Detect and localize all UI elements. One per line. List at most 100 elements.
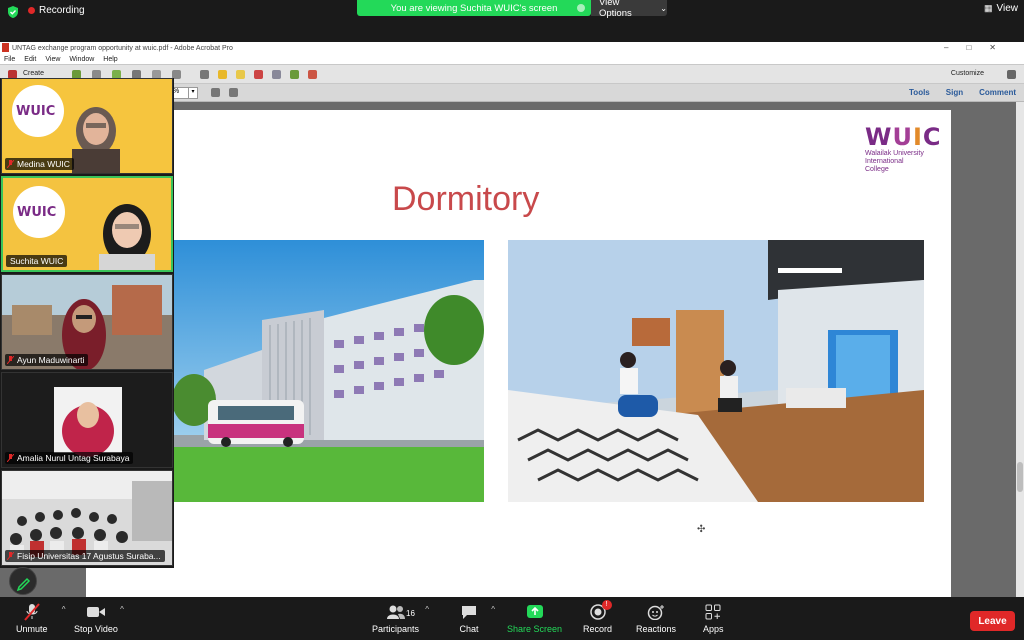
comment-link[interactable]: Comment	[979, 88, 1016, 97]
settings-icon[interactable]	[200, 70, 209, 79]
participant-name: Suchita WUIC	[6, 255, 68, 267]
pdf-page: WUIC Walailak University International C…	[86, 110, 951, 597]
grid-icon: ▦	[983, 3, 993, 13]
tools-link[interactable]: Tools	[909, 88, 930, 97]
acrobat-menu-bar: File Edit View Window Help	[0, 54, 1024, 64]
acrobat-title-bar: UNTAG exchange program opportunity at wu…	[0, 42, 1024, 54]
chevron-down-icon: ⌄	[660, 3, 667, 13]
participant-name: Medina WUIC	[5, 158, 74, 170]
shield-icon[interactable]	[6, 5, 20, 19]
chat-button[interactable]: Chat ^	[459, 603, 495, 634]
participant-gallery: WUIC Medina WUIC WUIC Suchita WUIC Ayun …	[0, 78, 174, 568]
chevron-up-icon[interactable]: ^	[491, 605, 495, 614]
view-button-label: View	[996, 3, 1019, 14]
annotate-pencil-button[interactable]	[9, 567, 37, 595]
menu-file[interactable]: File	[4, 56, 15, 63]
participant-name: Ayun Maduwinarti	[5, 354, 89, 366]
top-bar: Recording You are viewing Suchita WUIC's…	[0, 0, 1024, 24]
recording-indicator[interactable]: Recording	[28, 5, 85, 16]
sign-link[interactable]: Sign	[946, 88, 963, 97]
create-button[interactable]: Create	[23, 70, 44, 77]
meeting-controls-bar: Unmute ^ Stop Video ^ Participants ^ 16 …	[0, 597, 1024, 640]
participant-name: Fisip Universitas 17 Agustus Suraba...	[5, 550, 165, 562]
comment-icon[interactable]	[218, 70, 227, 79]
record-alert-badge: !	[601, 600, 612, 610]
pencil-icon	[16, 577, 31, 592]
chat-label: Chat	[459, 624, 479, 634]
stop-video-label: Stop Video	[74, 624, 118, 634]
record-dot-icon	[28, 7, 35, 14]
reactions-button[interactable]: Reactions	[636, 603, 676, 634]
share-banner-text: You are viewing Suchita WUIC's screen	[390, 2, 558, 14]
review-icon[interactable]	[290, 70, 299, 79]
muted-mic-icon	[7, 160, 14, 168]
cursor-crosshair-icon: ✣	[697, 524, 706, 535]
share-screen-button[interactable]: Share Screen	[507, 603, 562, 634]
dorm-room-photo	[508, 240, 924, 502]
window-controls[interactable]: –□✕	[944, 43, 1014, 52]
view-options-label: View Options	[599, 0, 632, 19]
muted-mic-icon	[7, 552, 14, 560]
share-screen-label: Share Screen	[507, 624, 563, 634]
highlight-icon[interactable]	[236, 70, 245, 79]
chevron-up-icon[interactable]: ^	[62, 605, 66, 614]
sign-icon[interactable]	[254, 70, 263, 79]
share-icon[interactable]	[308, 70, 317, 79]
muted-mic-icon	[22, 603, 42, 621]
video-camera-icon	[86, 603, 106, 621]
muted-mic-icon	[7, 356, 14, 364]
smiley-plus-icon	[646, 603, 666, 621]
chevron-up-icon[interactable]: ^	[425, 605, 429, 614]
participant-tile-active-speaker[interactable]: WUIC Suchita WUIC	[1, 176, 173, 272]
menu-help[interactable]: Help	[103, 56, 117, 63]
zoom-dropdown-icon[interactable]: ▾	[188, 87, 198, 99]
customize-dropdown[interactable]: Customize	[951, 70, 984, 77]
zoom-window: Recording You are viewing Suchita WUIC's…	[0, 0, 1024, 640]
expand-icon[interactable]	[1007, 70, 1016, 79]
leave-button[interactable]: Leave	[970, 611, 1015, 631]
redact-icon[interactable]	[272, 70, 281, 79]
acrobat-title: UNTAG exchange program opportunity at wu…	[12, 44, 233, 52]
fit-width-icon[interactable]	[211, 88, 220, 97]
participant-tile[interactable]: WUIC Medina WUIC	[1, 78, 173, 174]
participants-label: Participants	[372, 624, 420, 634]
participants-button[interactable]: Participants ^	[372, 603, 429, 634]
view-button[interactable]: ▦ View	[984, 3, 1018, 14]
view-options-button[interactable]: View Options ⌄	[591, 0, 667, 19]
record-label: Record	[583, 624, 613, 634]
menu-view[interactable]: View	[45, 56, 60, 63]
record-button[interactable]: ! Record	[583, 600, 613, 634]
pdf-icon	[2, 43, 9, 52]
apps-button[interactable]: Apps	[703, 603, 724, 634]
participant-tile[interactable]: Amalia Nurul Untag Surabaya	[1, 372, 173, 468]
share-screen-icon	[525, 603, 545, 621]
reactions-label: Reactions	[636, 624, 677, 634]
participants-icon	[386, 603, 406, 621]
svg-text:WUIC: WUIC	[16, 104, 55, 119]
acrobat-task-links: Tools Sign Comment	[909, 88, 1016, 97]
share-banner: You are viewing Suchita WUIC's screen	[357, 0, 591, 16]
menu-edit[interactable]: Edit	[24, 56, 36, 63]
participant-count: 16	[406, 609, 415, 618]
banner-status-icon	[577, 4, 585, 12]
participant-name: Amalia Nurul Untag Surabaya	[5, 452, 134, 464]
slide-title: Dormitory	[392, 180, 540, 218]
dormitory-building-photo	[174, 240, 484, 502]
wuic-logo-mark: WUIC	[865, 123, 942, 151]
participant-tile[interactable]: Ayun Maduwinarti	[1, 274, 173, 370]
menu-window[interactable]: Window	[69, 56, 94, 63]
wuic-logo-text: Walailak University International Colleg…	[865, 150, 924, 173]
record-icon: !	[588, 600, 612, 621]
stop-video-button[interactable]: Stop Video ^	[74, 603, 124, 634]
chat-bubble-icon	[459, 603, 479, 621]
svg-text:WUIC: WUIC	[17, 205, 56, 220]
muted-mic-icon	[7, 454, 14, 462]
chevron-up-icon[interactable]: ^	[120, 605, 124, 614]
participant-tile[interactable]: Fisip Universitas 17 Agustus Suraba...	[1, 470, 173, 566]
scrollbar-thumb[interactable]	[1017, 462, 1023, 492]
recording-label: Recording	[39, 5, 85, 16]
unmute-button[interactable]: Unmute ^	[16, 603, 66, 634]
fit-page-icon[interactable]	[229, 88, 238, 97]
vertical-scrollbar[interactable]	[1016, 102, 1024, 597]
apps-label: Apps	[703, 624, 724, 634]
